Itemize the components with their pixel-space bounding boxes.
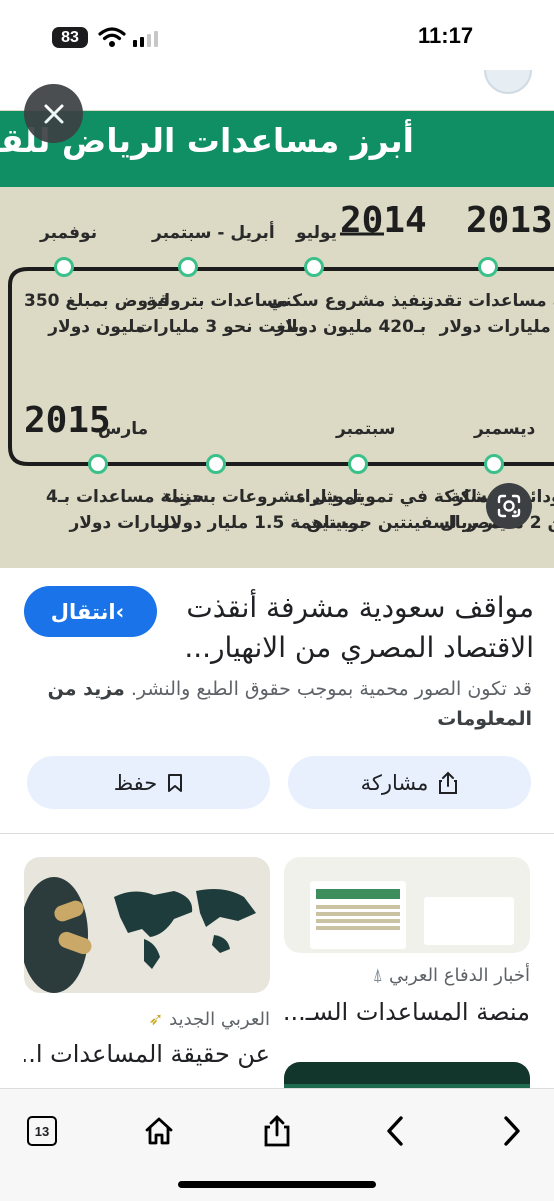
timeline-event-text: حزمة مساعدات بـ4 مليارات دولار	[46, 487, 205, 533]
timeline-dot	[478, 257, 498, 277]
timeline-dot	[484, 454, 504, 474]
lens-button[interactable]	[486, 483, 532, 529]
year-label: 2014	[340, 200, 427, 241]
year-label: 2013	[466, 200, 553, 241]
cellular-signal-icon	[133, 31, 163, 47]
related-thumbnail[interactable]	[24, 857, 270, 993]
thumbnail-map	[424, 897, 514, 945]
timeline-dot	[54, 257, 74, 277]
timeline-dot	[348, 454, 368, 474]
forward-button[interactable]	[484, 1103, 540, 1159]
wifi-icon	[98, 25, 126, 49]
timeline-event-text: قروض بمبلغ 350 مليون دولار	[24, 291, 170, 337]
home-button[interactable]	[131, 1103, 187, 1159]
chevron-left-icon: ‹	[115, 599, 125, 624]
visit-label: انتقال	[50, 599, 116, 624]
bookmark-icon	[168, 773, 183, 792]
image-preview[interactable]: أبرز مساعدات الرياض للقاهرة 2013 2014 يو…	[0, 70, 554, 568]
battery-indicator: 83	[52, 27, 88, 48]
related-title[interactable]: منصة المساعدات السـ...	[284, 998, 530, 1026]
timeline-dot	[88, 454, 108, 474]
thumbnail-table	[310, 881, 406, 949]
chevron-left-icon	[387, 1116, 403, 1146]
source-favicon-icon: ➶	[148, 1009, 164, 1030]
back-button[interactable]	[367, 1103, 423, 1159]
share-button[interactable]: مشاركة	[288, 756, 531, 809]
timeline-dot	[206, 454, 226, 474]
month-label: أبريل - سبتمبر	[152, 223, 275, 243]
status-bar: 83 11:17	[0, 0, 554, 70]
timeline-dot	[304, 257, 324, 277]
month-label: يوليو	[296, 223, 338, 243]
timeline-event-text: حزمة مساعدات تقدربـ5 مليارات دولار	[424, 291, 554, 337]
copyright-text: قد تكون الصور محمية بموجب حقوق الطبع وال…	[130, 678, 532, 700]
google-lens-icon	[497, 494, 521, 518]
month-label: نوفمبر	[40, 223, 98, 243]
tabs-icon: 13	[27, 1116, 57, 1146]
result-title[interactable]: مواقف سعودية مشرفة أنقذت الاقتصاد المصري…	[134, 588, 534, 668]
close-icon	[44, 104, 63, 123]
share-icon	[264, 1115, 290, 1147]
timeline-dot	[178, 257, 198, 277]
tabs-button[interactable]: 13	[14, 1103, 70, 1159]
world-map-graphic	[24, 877, 256, 993]
related-source: العربي الجديد ➶	[148, 1009, 270, 1030]
status-time: 11:17	[418, 23, 474, 48]
section-divider	[0, 833, 554, 834]
share-page-button[interactable]	[249, 1103, 305, 1159]
source-favicon-icon: ⍋	[372, 965, 384, 986]
chevron-right-icon	[504, 1116, 520, 1146]
share-icon	[439, 771, 458, 794]
save-button[interactable]: حفظ	[27, 756, 270, 809]
home-icon	[145, 1117, 173, 1145]
related-title[interactable]: عن حقيقة المساعدات ا...	[24, 1040, 270, 1068]
related-thumbnail[interactable]	[284, 857, 530, 953]
related-source: أخبار الدفاع العربي ⍋	[372, 965, 530, 986]
copyright-notice: قد تكون الصور محمية بموجب حقوق الطبع وال…	[22, 674, 532, 734]
save-label: حفظ	[113, 770, 158, 795]
visit-button[interactable]: انتقال ‹	[24, 586, 157, 637]
close-button[interactable]	[24, 84, 83, 143]
month-label: ديسمبر	[474, 419, 536, 439]
month-label: سبتمبر	[336, 419, 396, 439]
share-label: مشاركة	[360, 770, 429, 795]
month-label: مارس	[98, 419, 149, 439]
home-indicator	[178, 1181, 376, 1188]
